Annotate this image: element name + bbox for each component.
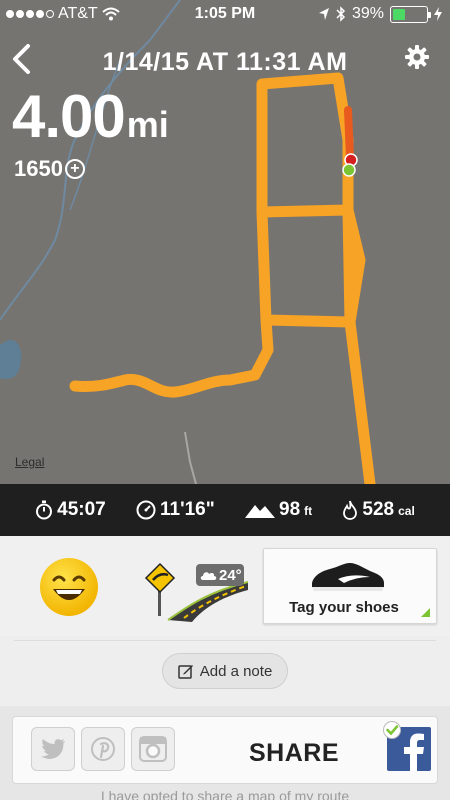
distance-readout: 4.00 mi [12, 82, 169, 151]
divider [14, 640, 436, 641]
elevation-value: 98 [279, 499, 301, 520]
distance-value: 4.00 [12, 83, 126, 150]
calories-unit: cal [398, 504, 415, 518]
temperature-value: 24° [219, 566, 242, 584]
settings-button[interactable] [404, 44, 430, 70]
edit-note-icon [177, 665, 193, 679]
share-label: SHARE [249, 739, 340, 767]
elevation-unit: ft [304, 504, 313, 518]
battery-percent: 39% [351, 5, 384, 22]
instagram-share-button[interactable] [131, 727, 175, 771]
speedometer-icon [136, 500, 156, 520]
stat-duration: 45:07 [35, 499, 106, 521]
stat-elevation: 98 ft [245, 499, 312, 521]
happy-face-icon [40, 558, 98, 616]
status-bar: AT&T 1:05 PM 39% [0, 0, 450, 30]
distance-unit: mi [126, 104, 169, 145]
twitter-icon [41, 739, 65, 759]
tag-shoes-button[interactable]: Tag your shoes [263, 548, 437, 624]
status-right-group: 39% [318, 5, 442, 23]
facebook-selected-check-icon [383, 721, 401, 739]
fuel-readout[interactable]: 1650 + [14, 156, 85, 182]
battery-icon [390, 5, 431, 23]
shoe-icon [312, 563, 384, 591]
duration-value: 45:07 [57, 499, 106, 520]
add-note-button[interactable]: Add a note [162, 653, 288, 689]
flame-icon [343, 500, 358, 520]
run-date-title: 1/14/15 AT 11:31 AM [102, 48, 348, 76]
share-panel: SHARE [12, 716, 438, 784]
corner-indicator-icon [421, 608, 430, 617]
road-line [184, 431, 197, 484]
twitter-share-button[interactable] [31, 727, 75, 771]
add-note-label: Add a note [199, 662, 273, 680]
cloud-icon [200, 572, 217, 580]
share-footer-note: I have opted to share a map of my route [100, 788, 350, 800]
gear-icon [405, 45, 429, 69]
temperature-badge: 24° [196, 564, 244, 586]
route-segment-fast [344, 106, 354, 162]
mood-button[interactable] [38, 556, 100, 618]
mountain-icon [245, 505, 276, 518]
pinterest-icon [91, 737, 115, 761]
calories-value: 528 [362, 499, 395, 520]
stopwatch-icon [36, 500, 53, 520]
legal-link[interactable]: Legal [15, 455, 44, 469]
fuel-value: 1650 [14, 156, 63, 181]
stat-pace: 11'16" [136, 499, 215, 521]
fuel-plus-icon: + [64, 159, 85, 179]
stat-calories: 528 cal [342, 499, 415, 521]
battery-fill [393, 8, 406, 20]
pace-value: 11'16" [160, 499, 215, 520]
instagram-icon [139, 736, 167, 762]
bluetooth-icon [336, 6, 346, 22]
back-button[interactable] [8, 42, 38, 76]
chevron-left-icon [13, 44, 30, 74]
start-marker-icon [342, 163, 356, 177]
pinterest-share-button[interactable] [81, 727, 125, 771]
lake-shape [0, 339, 22, 380]
tag-shoes-label: Tag your shoes [289, 599, 399, 616]
charging-bolt-icon [434, 7, 442, 21]
stats-bar: 45:07 11'16" 98 ft 528 cal [0, 484, 450, 536]
location-arrow-icon [318, 8, 329, 20]
